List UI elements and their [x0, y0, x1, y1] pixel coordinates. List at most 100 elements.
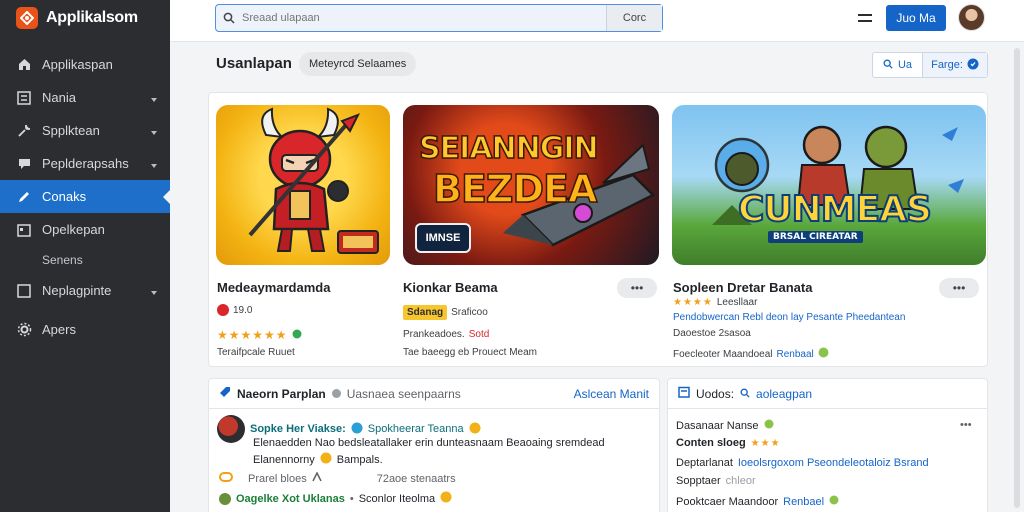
game-meta: Prankeadoes. Sotd — [403, 329, 489, 340]
sidebar-item-nania[interactable]: Nania — [0, 81, 170, 114]
game-title[interactable]: Sopleen Dretar Banata — [673, 280, 812, 295]
gamepad-icon — [219, 471, 233, 486]
calendar-icon — [678, 386, 690, 401]
game-thumbnail[interactable] — [216, 105, 390, 265]
avatar[interactable] — [217, 415, 245, 443]
panel-header: Uodos: aoleagpan — [668, 379, 987, 409]
post-text: Bampals. — [336, 453, 383, 466]
update-text: Dasanaar Nanse — [676, 419, 759, 432]
meta-label: Prankeadoes. — [403, 329, 465, 340]
sidebar-subitem-senens[interactable]: Senens — [0, 246, 170, 274]
box-icon — [16, 283, 32, 299]
post-stat: Prarel bloes — [248, 472, 307, 485]
update-text: Pooktcaer Maandoor — [676, 495, 779, 508]
post-channel[interactable]: Sconlor Iteolma — [359, 493, 435, 505]
more-options-icon[interactable]: ••• — [960, 419, 972, 431]
pen-icon — [16, 189, 32, 205]
panel-subtitle: Uasnaea seenpaarns — [346, 386, 461, 401]
post-body-line: Elanennorny Bampals. — [253, 452, 383, 467]
app-title: Applikalsom — [46, 9, 138, 26]
gear-icon — [16, 322, 32, 338]
panel-header: Naeorn Parplan Uasnaea seenpaarns Aslcea… — [209, 379, 659, 409]
avatar[interactable] — [219, 492, 231, 505]
star-rating: ★★★★ — [673, 297, 713, 308]
post-header: Oagelke Xot Uklanas • Sconlor Iteolma — [219, 491, 452, 506]
sidebar-item-spplktean[interactable]: Spplktean — [0, 114, 170, 147]
game-title[interactable]: Medeaymardamda — [217, 280, 330, 295]
update-meta: chleor — [725, 475, 756, 487]
updates-panel: Uodos: aoleagpan Dasanaar Nanse ••• Cont… — [667, 378, 988, 512]
share-icon[interactable] — [312, 471, 322, 485]
sidebar-item-label: Apers — [42, 322, 76, 337]
update-row: Sopptaer chleor — [676, 475, 756, 487]
tag-label: Sraficoo — [451, 307, 488, 318]
sidebar-item-applikaspan[interactable]: Applikaspan — [0, 48, 170, 81]
sidebar-item-label: Nania — [42, 90, 76, 105]
game-rating: ★★★★★★ — [217, 328, 302, 342]
sidebar: Applikalsom Applikaspan Nania Spplktean … — [0, 0, 170, 512]
badge-icon — [440, 491, 452, 506]
game-description[interactable]: Pendobwercan Rebl deon lay Pesante Pheed… — [673, 312, 905, 323]
sidebar-item-opelkepan[interactable]: Opelkepan — [0, 213, 170, 246]
update-link[interactable]: Ioeolsrgoxom Pseondeleotaloiz Bsrand — [738, 457, 929, 469]
more-options-button[interactable]: ••• — [617, 278, 657, 298]
post-author[interactable]: Oagelke Xot Uklanas — [236, 493, 345, 505]
star-rating: ★★★★★★ — [217, 328, 288, 342]
list-icon — [16, 90, 32, 106]
update-text: Deptarlanat — [676, 457, 733, 469]
art-title-line-1: SEIANNGIN — [418, 130, 599, 167]
post-author[interactable]: Sopke Her Viakse: — [250, 423, 346, 435]
game-art-image — [248, 107, 379, 254]
brand-logo-icon — [16, 7, 38, 29]
post-text: Elanennorny — [253, 453, 315, 466]
verified-icon — [292, 329, 302, 342]
search-toggle[interactable]: Ua — [873, 53, 923, 77]
sidebar-item-conaks[interactable]: Conaks — [0, 180, 170, 213]
panel-link[interactable]: aoleagpan — [756, 387, 812, 401]
update-text: Sopptaer — [676, 475, 721, 487]
range-toggle[interactable]: Farge: — [923, 53, 987, 77]
toggle-label: Ua — [897, 59, 913, 71]
meta-link[interactable]: Renbaal — [777, 349, 814, 360]
sidebar-item-neplagpinte[interactable]: Neplagpinte — [0, 274, 170, 307]
update-link[interactable]: Renbael — [783, 496, 824, 508]
game-thumbnail[interactable]: SEIANNGIN BEZDEA IMNSE — [403, 105, 659, 265]
toggle-label: Farge: — [931, 59, 963, 71]
game-card[interactable]: CUNMEAS BRSAL CIREATAR — [672, 105, 986, 265]
search-input[interactable] — [242, 5, 606, 31]
post-channel[interactable]: Spokheerar Teanna — [368, 423, 464, 435]
scrollbar[interactable] — [1014, 48, 1020, 508]
hamburger-menu-icon[interactable] — [858, 10, 878, 26]
brand[interactable]: Applikalsom — [0, 0, 170, 36]
update-row: Deptarlanat Ioeolsrgoxom Pseondeleotaloi… — [676, 457, 929, 469]
sidebar-item-peplderapsahs[interactable]: Peplderapsahs — [0, 147, 170, 180]
featured-games-panel: Medeaymardamda 19.0 ★★★★★★ Teraifpcale R… — [208, 92, 988, 367]
art-title-line-2: BEZDEA — [432, 166, 598, 212]
verified-icon — [818, 347, 829, 361]
filter-chip[interactable]: Meteyrcd Selaames — [299, 52, 417, 76]
update-row: Dasanaar Nanse — [676, 419, 774, 432]
game-publisher: Tae baeegg eb Prouect Meam — [403, 347, 537, 358]
search-icon — [216, 12, 242, 24]
leaf-icon — [829, 495, 839, 508]
meta-highlight: Sotd — [468, 329, 490, 340]
login-button[interactable]: Juo Ma — [886, 5, 946, 31]
badge-icon — [469, 422, 481, 437]
game-rating: ★★★★ Leesllaar — [673, 297, 757, 308]
game-thumbnail[interactable]: CUNMEAS BRSAL CIREATAR — [672, 105, 986, 265]
sidebar-item-apers[interactable]: Apers — [0, 313, 170, 346]
game-card[interactable]: SEIANNGIN BEZDEA IMNSE — [403, 105, 659, 265]
post-stat: 72aoe stenaatrs — [376, 472, 456, 485]
search-button[interactable]: Corc — [606, 5, 662, 31]
game-title[interactable]: Kionkar Beama — [403, 280, 498, 295]
avatar[interactable] — [958, 4, 985, 31]
chevron-down-icon — [150, 125, 158, 140]
update-row: Conten sloeg ★★★ — [676, 437, 781, 449]
post-body: Elenaedden Nao bedsleatallaker erin dunt… — [253, 437, 605, 449]
chevron-down-icon — [150, 92, 158, 107]
sidebar-item-label: Neplagpinte — [42, 283, 112, 298]
game-card[interactable] — [216, 105, 390, 265]
sidebar-item-label: Opelkepan — [42, 222, 105, 237]
more-options-button[interactable]: ••• — [939, 278, 979, 298]
panel-link[interactable]: Aslcean Manit — [574, 387, 649, 401]
